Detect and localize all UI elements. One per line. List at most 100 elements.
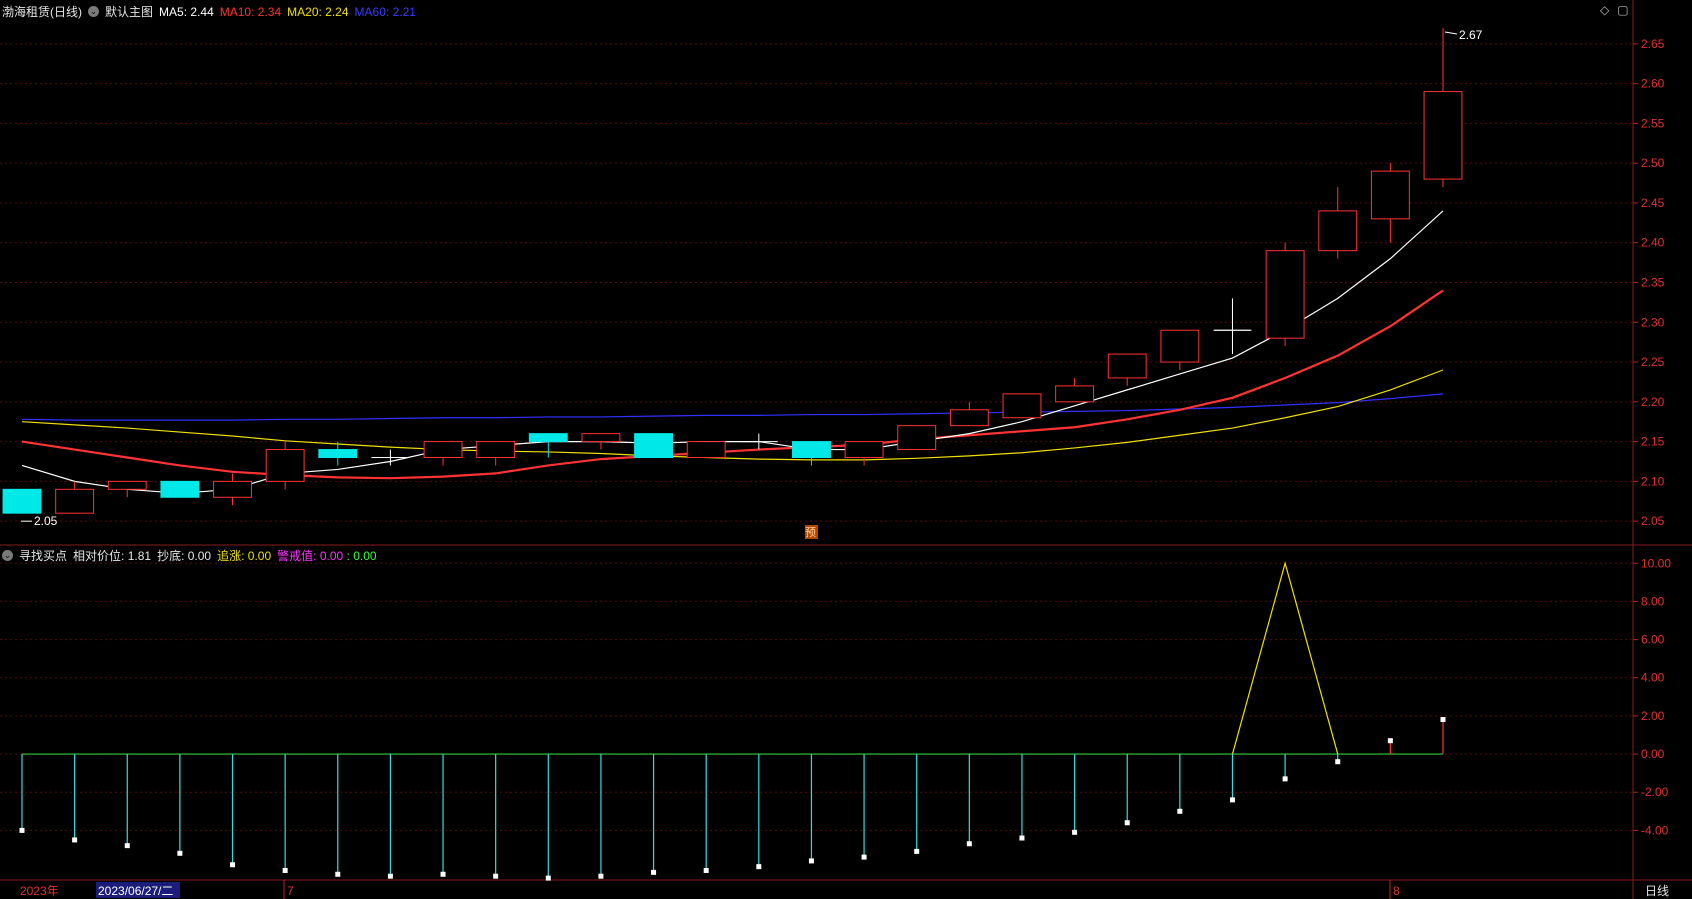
indicator-y-tick-label: 6.00 — [1641, 633, 1665, 647]
candle-body — [949, 409, 989, 427]
candle[interactable] — [265, 441, 305, 490]
y-axis-labels: 2.05 2.10 2.15 2.20 2.25 2.30 2.35 2.40 2.45 2.50… — [1633, 37, 1671, 837]
y-tick-label: 2.40 — [1641, 236, 1665, 250]
candle-body — [476, 441, 516, 459]
candle[interactable] — [1265, 242, 1305, 347]
ma10-line — [21, 289, 1444, 480]
chase-line — [1231, 561, 1339, 755]
indicator-dot — [545, 875, 551, 881]
candle[interactable] — [1002, 393, 1042, 419]
candle-body — [634, 433, 674, 458]
indicator-dot — [1335, 759, 1341, 765]
indicator-dot — [651, 869, 657, 875]
indicator-dot — [1282, 776, 1288, 782]
indicator-dot — [703, 867, 709, 873]
candle[interactable] — [1055, 377, 1095, 403]
candle-body — [2, 488, 42, 514]
indicator-dot — [1072, 829, 1078, 835]
min-price-label: 2.05 — [34, 514, 58, 528]
ma10-readout: MA10: 2.34 — [219, 4, 282, 19]
candle-body — [265, 449, 305, 482]
candle[interactable] — [1318, 187, 1358, 259]
candle[interactable] — [739, 433, 778, 450]
candle[interactable] — [1160, 329, 1200, 370]
moving-average-lines — [21, 210, 1444, 494]
chevron-down-icon[interactable]: ⌄ — [2, 550, 13, 561]
candle-body — [1265, 250, 1305, 339]
indicator-y-tick-label: 0.00 — [1641, 747, 1665, 761]
candle-body — [581, 433, 621, 443]
window-icon[interactable]: ▢ — [1617, 3, 1628, 17]
candle[interactable] — [897, 425, 937, 451]
candle-body — [1370, 170, 1410, 220]
candle-body — [423, 441, 463, 459]
diamond-icon[interactable]: ◇ — [1600, 3, 1609, 17]
candle[interactable] — [581, 433, 621, 450]
candle-body — [897, 425, 937, 451]
chase-readout: 追涨: 0.00 — [217, 549, 272, 563]
candle[interactable] — [2, 488, 42, 514]
month-label-8: 8 — [1393, 884, 1400, 898]
chevron-down-icon[interactable]: ⌄ — [88, 6, 100, 17]
indicator-dot — [19, 827, 25, 833]
relative-price-readout: 相对价位: 1.81 — [73, 549, 152, 563]
indicator-y-tick-label: 4.00 — [1641, 671, 1665, 685]
candle[interactable] — [107, 480, 147, 498]
indicator-dot — [1387, 738, 1393, 744]
candle[interactable] — [1107, 353, 1147, 386]
ma60-readout: MA60: 2.21 — [354, 4, 416, 19]
candle[interactable] — [949, 401, 989, 427]
candle-body — [55, 488, 95, 514]
indicator-dot — [1019, 835, 1025, 841]
indicator-y-tick-label: 10.00 — [1641, 556, 1671, 570]
candle-body — [107, 480, 147, 490]
indicator-name[interactable]: 寻找买点 — [19, 547, 67, 564]
candle-body — [213, 480, 252, 498]
candle[interactable] — [791, 441, 831, 466]
candle-body — [1160, 329, 1200, 363]
candle[interactable] — [160, 480, 200, 498]
max-arrow — [1444, 31, 1458, 35]
y-tick-label: 2.50 — [1641, 156, 1665, 170]
indicator-dot — [598, 873, 604, 879]
indicator-dot — [493, 873, 499, 879]
candle[interactable] — [213, 473, 252, 506]
candle[interactable] — [55, 481, 95, 514]
indicator-dot — [230, 862, 236, 868]
indicator-dot — [756, 864, 762, 870]
indicator-dot — [1229, 797, 1235, 803]
candle[interactable] — [1370, 163, 1410, 243]
period-label: 日线 — [1645, 884, 1669, 898]
indicator-dot — [966, 841, 972, 847]
indicator-y-tick-label: -4.00 — [1641, 823, 1669, 837]
indicator-y-tick-label: 8.00 — [1641, 594, 1665, 608]
candle[interactable] — [528, 433, 568, 458]
main-chart-label[interactable]: 默认主图 — [105, 3, 153, 20]
ma20-readout: MA20: 2.24 — [287, 4, 349, 19]
candle[interactable] — [634, 433, 674, 458]
candle[interactable] — [476, 441, 516, 466]
stock-name: 渤海租赁(日线) — [2, 5, 83, 19]
indicator-dot — [808, 858, 814, 864]
candle[interactable] — [844, 441, 884, 466]
indicator-header: ⌄ 寻找买点 相对价位: 1.81 抄底: 0.00 追涨: 0.00 警戒值:… — [2, 547, 377, 564]
indicator-y-tick-label: 2.00 — [1641, 709, 1665, 723]
warning-readout: 警戒值: 0.00 : 0.00 — [277, 549, 377, 563]
candle-body — [1107, 353, 1147, 379]
indicator-dot — [124, 843, 130, 849]
candle-body — [528, 433, 568, 443]
candlesticks[interactable] — [2, 27, 1463, 514]
candle-body — [318, 449, 358, 458]
x-axis-labels: 2023年 2023/06/27/二 7 8 日线 — [20, 880, 1669, 899]
indicator-dot — [861, 854, 867, 860]
stock-chart[interactable]: 2.672.05预 2.052.102.152.202.252.302.352.… — [0, 0, 1692, 899]
candle[interactable] — [423, 441, 463, 466]
forecast-marker: 预 — [805, 526, 816, 539]
indicator-dot — [914, 848, 920, 854]
candle[interactable] — [686, 441, 726, 459]
candle[interactable] — [1423, 27, 1463, 188]
indicator-dot — [387, 873, 393, 879]
indicator-panel[interactable] — [19, 561, 1446, 881]
year-label: 2023年 — [20, 884, 59, 898]
indicator-dot — [1440, 717, 1446, 723]
